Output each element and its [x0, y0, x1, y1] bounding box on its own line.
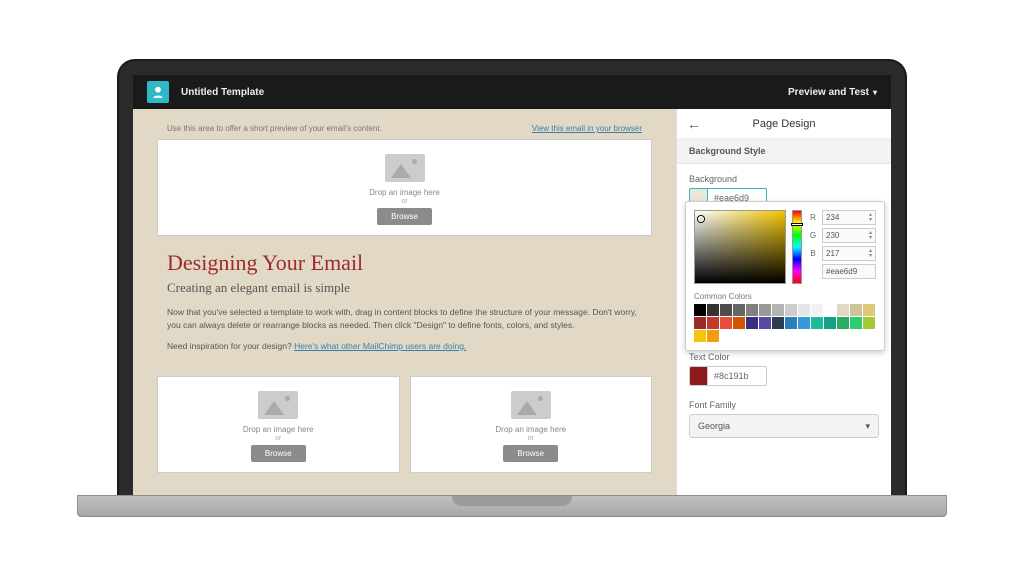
g-input[interactable]: 230▴▾: [822, 228, 876, 243]
palette-swatch[interactable]: [837, 317, 849, 329]
color-picker-popover: R 234▴▾ G 230▴▾ B 217▴▾ #eae6d9 Common Colo…: [685, 201, 885, 351]
inspiration-link[interactable]: Here's what other MailChimp users are do…: [294, 341, 466, 351]
hex-input[interactable]: #eae6d9: [822, 264, 876, 279]
preview-and-test-menu[interactable]: Preview and Test ▾: [788, 87, 877, 98]
palette-swatch[interactable]: [811, 304, 823, 316]
g-label: G: [808, 231, 818, 240]
document-title: Untitled Template: [181, 87, 264, 98]
stepper-icon[interactable]: ▴▾: [869, 249, 872, 259]
hue-slider[interactable]: [792, 210, 802, 284]
background-label: Background: [689, 174, 879, 184]
email-subhead: Creating an elegant email is simple: [167, 280, 642, 296]
palette-swatch[interactable]: [720, 317, 732, 329]
palette-swatch[interactable]: [785, 304, 797, 316]
top-bar: Untitled Template Preview and Test ▾: [133, 75, 891, 109]
browse-button[interactable]: Browse: [377, 208, 432, 225]
palette-swatch[interactable]: [824, 317, 836, 329]
column-image-dropzone-left[interactable]: Drop an image here or Browse: [157, 376, 400, 473]
palette-swatch[interactable]: [798, 317, 810, 329]
palette-swatch[interactable]: [746, 304, 758, 316]
text-color-hex-input[interactable]: #8c191b: [707, 366, 767, 386]
font-family-label: Font Family: [689, 400, 879, 410]
palette-swatch[interactable]: [759, 304, 771, 316]
palette-swatch[interactable]: [694, 317, 706, 329]
or-label: or: [411, 435, 652, 442]
email-headline: Designing Your Email: [167, 250, 642, 276]
palette-swatch[interactable]: [863, 317, 875, 329]
drop-hint: Drop an image here: [158, 425, 399, 434]
design-panel: ← Page Design Background Style Backgroun…: [676, 109, 891, 495]
text-color-field[interactable]: #8c191b: [689, 366, 879, 386]
palette-swatch[interactable]: [707, 304, 719, 316]
palette-swatch[interactable]: [694, 330, 706, 342]
palette-swatch[interactable]: [733, 304, 745, 316]
palette-swatch[interactable]: [759, 317, 771, 329]
or-label: or: [158, 435, 399, 442]
section-background-style: Background Style: [677, 139, 891, 164]
image-placeholder-icon: [385, 154, 425, 182]
or-label: or: [158, 198, 651, 205]
r-label: R: [808, 213, 818, 222]
column-image-dropzone-right[interactable]: Drop an image here or Browse: [410, 376, 653, 473]
image-placeholder-icon: [258, 391, 298, 419]
common-colors-palette: [694, 304, 876, 342]
laptop-base: [77, 495, 947, 517]
text-color-label: Text Color: [689, 352, 879, 362]
palette-swatch[interactable]: [772, 317, 784, 329]
browse-button[interactable]: Browse: [251, 445, 306, 462]
stepper-icon[interactable]: ▴▾: [869, 213, 872, 223]
view-in-browser-link[interactable]: View this email in your browser: [532, 124, 642, 133]
text-color-swatch[interactable]: [689, 366, 707, 386]
hero-image-dropzone[interactable]: Drop an image here or Browse: [157, 139, 652, 236]
palette-swatch[interactable]: [772, 304, 784, 316]
palette-swatch[interactable]: [850, 317, 862, 329]
preview-and-test-label: Preview and Test: [788, 87, 869, 98]
font-family-select[interactable]: Georgia ▾: [689, 414, 879, 438]
palette-swatch[interactable]: [811, 317, 823, 329]
b-input[interactable]: 217▴▾: [822, 246, 876, 261]
palette-swatch[interactable]: [837, 304, 849, 316]
palette-swatch[interactable]: [798, 304, 810, 316]
palette-swatch[interactable]: [746, 317, 758, 329]
drop-hint: Drop an image here: [411, 425, 652, 434]
font-family-value: Georgia: [698, 421, 730, 431]
common-colors-label: Common Colors: [694, 292, 876, 301]
palette-swatch[interactable]: [707, 330, 719, 342]
app-screen: Untitled Template Preview and Test ▾ Use…: [133, 75, 891, 495]
laptop-mockup: Untitled Template Preview and Test ▾ Use…: [117, 59, 907, 517]
palette-swatch[interactable]: [824, 304, 836, 316]
chevron-down-icon: ▾: [865, 421, 870, 432]
palette-swatch[interactable]: [694, 304, 706, 316]
palette-swatch[interactable]: [707, 317, 719, 329]
chevron-down-icon: ▾: [873, 88, 877, 97]
email-body-2: Need inspiration for your design? Here's…: [167, 340, 642, 353]
image-placeholder-icon: [511, 391, 551, 419]
palette-swatch[interactable]: [733, 317, 745, 329]
drop-hint: Drop an image here: [158, 188, 651, 197]
palette-swatch[interactable]: [850, 304, 862, 316]
r-input[interactable]: 234▴▾: [822, 210, 876, 225]
saturation-value-area[interactable]: [694, 210, 786, 284]
palette-swatch[interactable]: [720, 304, 732, 316]
sv-cursor-icon: [698, 216, 704, 222]
preview-text-hint: Use this area to offer a short preview o…: [167, 124, 382, 133]
mailchimp-logo-icon: [147, 81, 169, 103]
palette-swatch[interactable]: [863, 304, 875, 316]
b-label: B: [808, 249, 818, 258]
panel-title: Page Design: [753, 118, 816, 130]
inspiration-text: Need inspiration for your design?: [167, 341, 294, 351]
stepper-icon[interactable]: ▴▾: [869, 231, 872, 241]
palette-swatch[interactable]: [785, 317, 797, 329]
back-arrow-icon[interactable]: ←: [687, 116, 701, 132]
email-canvas: Use this area to offer a short preview o…: [133, 109, 676, 495]
article-block: Designing Your Email Creating an elegant…: [157, 236, 652, 370]
hue-cursor-icon: [791, 223, 803, 226]
email-body-1: Now that you've selected a template to w…: [167, 306, 642, 332]
browse-button[interactable]: Browse: [503, 445, 558, 462]
